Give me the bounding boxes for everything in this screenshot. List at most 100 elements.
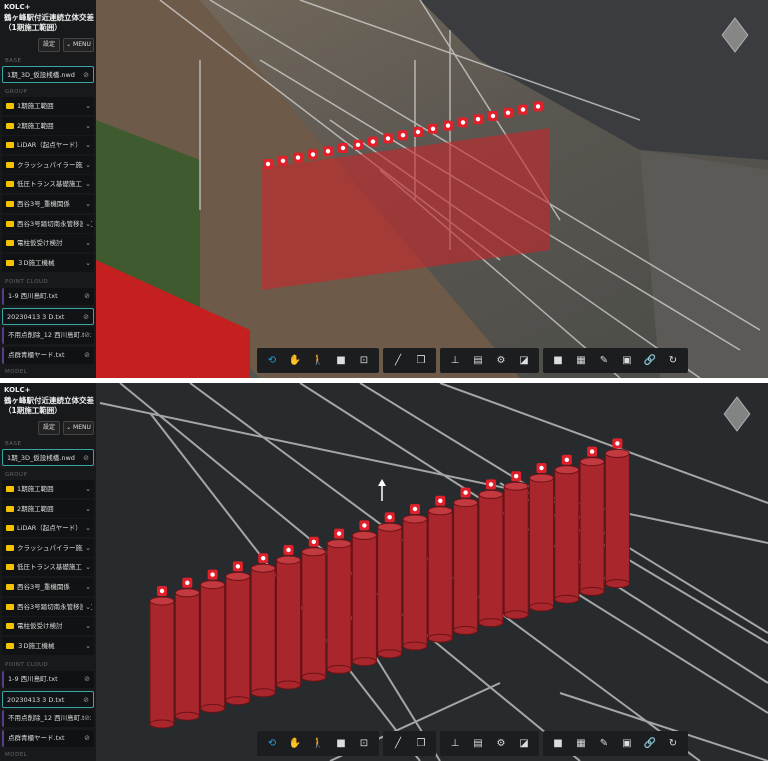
pile-cylinder[interactable]: [377, 522, 403, 659]
visibility-toggle-icon[interactable]: ⊘: [84, 327, 90, 344]
properties-button[interactable]: ▤: [467, 350, 489, 371]
settings-button[interactable]: 設定: [38, 421, 60, 435]
group-item[interactable]: 低圧トランス基礎施工 ⌄: [2, 558, 94, 577]
point-cloud-file[interactable]: 20230413 3 D.txt ⊘: [2, 307, 94, 325]
group-item[interactable]: 低圧トランス基礎施工 ⌄: [2, 175, 94, 194]
pile-cylinder[interactable]: [427, 506, 453, 643]
model-tree-button[interactable]: ⊥: [444, 733, 466, 754]
pile-cylinder[interactable]: [579, 457, 605, 596]
settings-gear-button[interactable]: ⚙: [490, 733, 512, 754]
pan-hand-button[interactable]: ✋: [284, 350, 306, 371]
3d-viewport[interactable]: [0, 0, 768, 378]
pile-cylinder[interactable]: [604, 448, 630, 589]
pile-cylinder[interactable]: [529, 473, 554, 612]
chevron-down-icon[interactable]: ⌄: [83, 499, 91, 518]
camera-button[interactable]: ■: [330, 733, 352, 754]
visibility-toggle-icon[interactable]: ⊘: [84, 710, 90, 727]
fullscreen-button[interactable]: ◪: [513, 733, 535, 754]
pile-cylinder[interactable]: [149, 596, 175, 729]
chevron-down-icon[interactable]: ⌄: [83, 97, 91, 115]
pile-cylinder[interactable]: [453, 498, 479, 635]
chevron-down-icon[interactable]: ⌄: [83, 253, 91, 272]
settings-button[interactable]: 設定: [38, 38, 60, 52]
pile-cylinder[interactable]: [326, 539, 352, 674]
fit-view-button[interactable]: ⊡: [353, 733, 375, 754]
link-button[interactable]: 🔗: [639, 350, 661, 371]
pile-cylinder[interactable]: [250, 563, 276, 698]
pan-hand-button[interactable]: ✋: [284, 733, 306, 754]
visibility-toggle-icon[interactable]: ⊘: [84, 671, 90, 688]
chevron-down-icon[interactable]: ⌄: [83, 636, 91, 655]
point-cloud-file[interactable]: 不用点削除_12 西川島町.txt ⊘: [2, 710, 94, 727]
fit-view-button[interactable]: ⊡: [353, 350, 375, 371]
group-item[interactable]: ３D施工機械 ⌄: [2, 636, 94, 655]
walk-button[interactable]: 🚶: [307, 733, 329, 754]
chevron-down-icon[interactable]: ⌄: [83, 538, 91, 557]
measure-button[interactable]: ╱: [387, 350, 409, 371]
pile-cylinder[interactable]: [478, 489, 504, 628]
chevron-down-icon[interactable]: ⌄: [83, 116, 91, 135]
group-item[interactable]: クラッシュパイラー施工 ⌄: [2, 155, 94, 174]
visibility-toggle-icon[interactable]: ⊘: [83, 67, 89, 82]
group-item[interactable]: LiDAR（起点ヤード） ⌄: [2, 136, 94, 155]
grid-button[interactable]: ▦: [570, 350, 592, 371]
base-file-item[interactable]: 1期_3D_仮設桟橋.nwd ⊘: [2, 66, 94, 83]
group-item[interactable]: 西谷3号_重機関係 ⌄: [2, 578, 94, 596]
calendar-button[interactable]: ▣: [616, 733, 638, 754]
pile-cylinder[interactable]: [225, 571, 251, 706]
group-item[interactable]: 電柱仮受け検討 ⌄: [2, 234, 94, 253]
link-button[interactable]: 🔗: [639, 733, 661, 754]
calendar-button[interactable]: ▣: [616, 350, 638, 371]
group-item[interactable]: 西谷3号踏切南永管移設工 ⌄: [2, 214, 94, 233]
point-cloud-file[interactable]: 不用点削除_12 西川島町.txt ⊘: [2, 327, 94, 344]
chevron-down-icon[interactable]: ⌄: [83, 175, 91, 194]
point-cloud-file[interactable]: 1-9 西川島町.txt ⊘: [2, 288, 94, 305]
point-cloud-file[interactable]: 点群青櫃ヤード.txt ⊘: [2, 346, 94, 364]
refresh-button[interactable]: ↻: [662, 733, 684, 754]
point-cloud-file[interactable]: 点群青櫃ヤード.txt ⊘: [2, 729, 94, 747]
settings-gear-button[interactable]: ⚙: [490, 350, 512, 371]
chevron-down-icon[interactable]: ⌄: [83, 617, 91, 636]
point-cloud-file[interactable]: 1-9 西川島町.txt ⊘: [2, 671, 94, 688]
pile-cylinder[interactable]: [503, 481, 529, 620]
pencil-button[interactable]: ✎: [593, 733, 615, 754]
visibility-toggle-icon[interactable]: ⊘: [83, 691, 89, 707]
chevron-down-icon[interactable]: ⌄: [83, 234, 91, 253]
menu-button[interactable]: ⌄ MENU: [63, 38, 94, 52]
pile-cylinder[interactable]: [554, 465, 580, 604]
group-item[interactable]: ３D施工機械 ⌄: [2, 253, 94, 272]
base-file-item[interactable]: 1期_3D_仮設桟橋.nwd ⊘: [2, 449, 94, 466]
model-tree-button[interactable]: ⊥: [444, 350, 466, 371]
group-item[interactable]: 1期施工範囲 ⌄: [2, 97, 94, 115]
menu-button[interactable]: ⌄ MENU: [63, 421, 94, 435]
pile-cylinder[interactable]: [200, 580, 226, 713]
group-item[interactable]: 1期施工範囲 ⌄: [2, 480, 94, 498]
group-item[interactable]: 西谷3号踏切南永管移設工 ⌄: [2, 597, 94, 616]
chevron-down-icon[interactable]: ⌄: [83, 195, 91, 213]
chevron-down-icon[interactable]: ⌄: [83, 136, 91, 155]
video-button[interactable]: ■: [547, 350, 569, 371]
pile-cylinder[interactable]: [351, 530, 377, 667]
orbit-button[interactable]: ⟲: [261, 733, 283, 754]
chevron-down-icon[interactable]: ⌄: [83, 578, 91, 596]
section-box-button[interactable]: ❒: [410, 733, 432, 754]
chevron-down-icon[interactable]: ⌄: [83, 519, 91, 538]
walk-button[interactable]: 🚶: [307, 350, 329, 371]
group-item[interactable]: 2期施工範囲 ⌄: [2, 499, 94, 518]
pile-cylinder[interactable]: [402, 514, 428, 651]
chevron-down-icon[interactable]: ⌄: [83, 214, 91, 233]
chevron-down-icon[interactable]: ⌄: [83, 558, 91, 577]
group-item[interactable]: 2期施工範囲 ⌄: [2, 116, 94, 135]
visibility-toggle-icon[interactable]: ⊘: [83, 308, 89, 324]
section-box-button[interactable]: ❒: [410, 350, 432, 371]
fullscreen-button[interactable]: ◪: [513, 350, 535, 371]
video-button[interactable]: ■: [547, 733, 569, 754]
orbit-button[interactable]: ⟲: [261, 350, 283, 371]
visibility-toggle-icon[interactable]: ⊘: [84, 288, 90, 305]
visibility-toggle-icon[interactable]: ⊘: [84, 346, 90, 364]
chevron-down-icon[interactable]: ⌄: [83, 155, 91, 174]
group-item[interactable]: クラッシュパイラー施工 ⌄: [2, 538, 94, 557]
pencil-button[interactable]: ✎: [593, 350, 615, 371]
chevron-down-icon[interactable]: ⌄: [83, 480, 91, 498]
refresh-button[interactable]: ↻: [662, 350, 684, 371]
